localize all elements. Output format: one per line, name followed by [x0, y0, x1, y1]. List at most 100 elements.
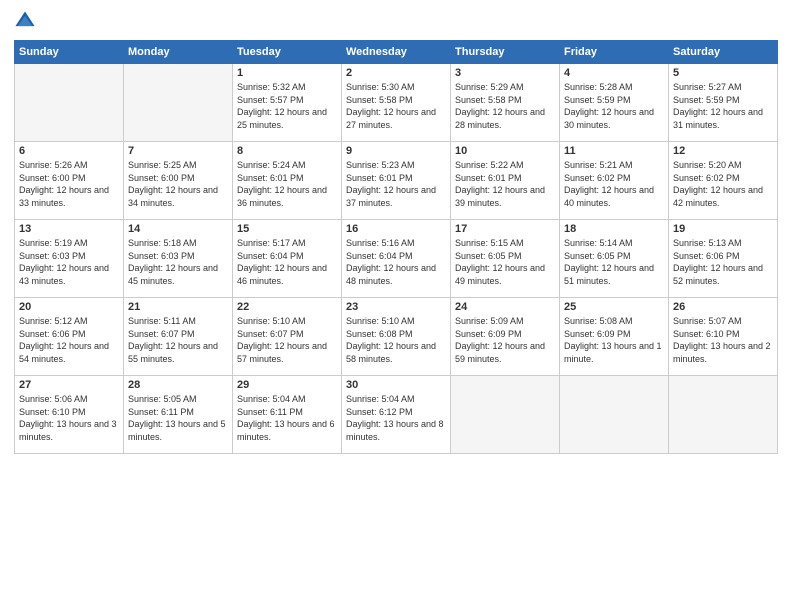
day-cell: 13 Sunrise: 5:19 AMSunset: 6:03 PMDayligh…: [15, 220, 124, 298]
day-cell: 11 Sunrise: 5:21 AMSunset: 6:02 PMDayligh…: [560, 142, 669, 220]
day-cell: 24 Sunrise: 5:09 AMSunset: 6:09 PMDayligh…: [451, 298, 560, 376]
day-info: Sunrise: 5:12 AMSunset: 6:06 PMDaylight:…: [19, 315, 119, 365]
day-cell: 27 Sunrise: 5:06 AMSunset: 6:10 PMDayligh…: [15, 376, 124, 454]
day-number: 15: [237, 223, 337, 235]
day-info: Sunrise: 5:13 AMSunset: 6:06 PMDaylight:…: [673, 237, 773, 287]
day-info: Sunrise: 5:32 AMSunset: 5:57 PMDaylight:…: [237, 81, 337, 131]
day-info: Sunrise: 5:28 AMSunset: 5:59 PMDaylight:…: [564, 81, 664, 131]
day-number: 28: [128, 379, 228, 391]
day-number: 16: [346, 223, 446, 235]
week-row-1: 6 Sunrise: 5:26 AMSunset: 6:00 PMDaylight…: [15, 142, 778, 220]
day-cell: 26 Sunrise: 5:07 AMSunset: 6:10 PMDayligh…: [669, 298, 778, 376]
day-cell: 17 Sunrise: 5:15 AMSunset: 6:05 PMDayligh…: [451, 220, 560, 298]
week-row-2: 13 Sunrise: 5:19 AMSunset: 6:03 PMDayligh…: [15, 220, 778, 298]
day-cell: 15 Sunrise: 5:17 AMSunset: 6:04 PMDayligh…: [233, 220, 342, 298]
day-number: 4: [564, 67, 664, 79]
day-info: Sunrise: 5:20 AMSunset: 6:02 PMDaylight:…: [673, 159, 773, 209]
day-info: Sunrise: 5:17 AMSunset: 6:04 PMDaylight:…: [237, 237, 337, 287]
header-cell-friday: Friday: [560, 41, 669, 64]
day-cell: 1 Sunrise: 5:32 AMSunset: 5:57 PMDaylight…: [233, 64, 342, 142]
day-info: Sunrise: 5:22 AMSunset: 6:01 PMDaylight:…: [455, 159, 555, 209]
day-info: Sunrise: 5:04 AMSunset: 6:11 PMDaylight:…: [237, 393, 337, 443]
day-number: 22: [237, 301, 337, 313]
day-number: 27: [19, 379, 119, 391]
day-info: Sunrise: 5:29 AMSunset: 5:58 PMDaylight:…: [455, 81, 555, 131]
header-cell-saturday: Saturday: [669, 41, 778, 64]
day-info: Sunrise: 5:21 AMSunset: 6:02 PMDaylight:…: [564, 159, 664, 209]
day-cell: 7 Sunrise: 5:25 AMSunset: 6:00 PMDaylight…: [124, 142, 233, 220]
day-info: Sunrise: 5:19 AMSunset: 6:03 PMDaylight:…: [19, 237, 119, 287]
header-cell-thursday: Thursday: [451, 41, 560, 64]
day-cell: 3 Sunrise: 5:29 AMSunset: 5:58 PMDaylight…: [451, 64, 560, 142]
day-info: Sunrise: 5:10 AMSunset: 6:07 PMDaylight:…: [237, 315, 337, 365]
day-number: 6: [19, 145, 119, 157]
day-cell: 4 Sunrise: 5:28 AMSunset: 5:59 PMDaylight…: [560, 64, 669, 142]
day-cell: 23 Sunrise: 5:10 AMSunset: 6:08 PMDayligh…: [342, 298, 451, 376]
day-info: Sunrise: 5:30 AMSunset: 5:58 PMDaylight:…: [346, 81, 446, 131]
calendar-table: SundayMondayTuesdayWednesdayThursdayFrid…: [14, 40, 778, 454]
day-info: Sunrise: 5:26 AMSunset: 6:00 PMDaylight:…: [19, 159, 119, 209]
header-row: SundayMondayTuesdayWednesdayThursdayFrid…: [15, 41, 778, 64]
day-info: Sunrise: 5:10 AMSunset: 6:08 PMDaylight:…: [346, 315, 446, 365]
day-cell: 21 Sunrise: 5:11 AMSunset: 6:07 PMDayligh…: [124, 298, 233, 376]
day-info: Sunrise: 5:11 AMSunset: 6:07 PMDaylight:…: [128, 315, 228, 365]
day-cell: 18Sunrise: 5:14 AMSunset: 6:05 PMDayligh…: [560, 220, 669, 298]
day-cell: 9 Sunrise: 5:23 AMSunset: 6:01 PMDaylight…: [342, 142, 451, 220]
day-number: 13: [19, 223, 119, 235]
day-number: 12: [673, 145, 773, 157]
day-number: 11: [564, 145, 664, 157]
day-info: Sunrise: 5:25 AMSunset: 6:00 PMDaylight:…: [128, 159, 228, 209]
day-number: 23: [346, 301, 446, 313]
day-cell: 30 Sunrise: 5:04 AMSunset: 6:12 PMDayligh…: [342, 376, 451, 454]
day-info: Sunrise: 5:07 AMSunset: 6:10 PMDaylight:…: [673, 315, 773, 365]
day-number: 24: [455, 301, 555, 313]
day-number: 21: [128, 301, 228, 313]
week-row-4: 27 Sunrise: 5:06 AMSunset: 6:10 PMDayligh…: [15, 376, 778, 454]
logo: [14, 10, 40, 32]
day-cell: 20 Sunrise: 5:12 AMSunset: 6:06 PMDayligh…: [15, 298, 124, 376]
day-number: 26: [673, 301, 773, 313]
day-number: 9: [346, 145, 446, 157]
logo-icon: [14, 10, 36, 32]
day-info: Sunrise: 5:04 AMSunset: 6:12 PMDaylight:…: [346, 393, 446, 443]
page-container: SundayMondayTuesdayWednesdayThursdayFrid…: [0, 0, 792, 612]
day-info: Sunrise: 5:09 AMSunset: 6:09 PMDaylight:…: [455, 315, 555, 365]
day-cell: 22 Sunrise: 5:10 AMSunset: 6:07 PMDayligh…: [233, 298, 342, 376]
day-number: 25: [564, 301, 664, 313]
day-number: 2: [346, 67, 446, 79]
day-number: 17: [455, 223, 555, 235]
day-cell: 19 Sunrise: 5:13 AMSunset: 6:06 PMDayligh…: [669, 220, 778, 298]
day-cell: [669, 376, 778, 454]
day-cell: 25 Sunrise: 5:08 AMSunset: 6:09 PMDayligh…: [560, 298, 669, 376]
day-number: 5: [673, 67, 773, 79]
day-info: Sunrise: 5:14 AMSunset: 6:05 PMDaylight:…: [564, 237, 664, 287]
day-cell: 29 Sunrise: 5:04 AMSunset: 6:11 PMDayligh…: [233, 376, 342, 454]
day-cell: 6 Sunrise: 5:26 AMSunset: 6:00 PMDaylight…: [15, 142, 124, 220]
day-number: 3: [455, 67, 555, 79]
day-cell: 2 Sunrise: 5:30 AMSunset: 5:58 PMDaylight…: [342, 64, 451, 142]
day-number: 10: [455, 145, 555, 157]
day-cell: 14 Sunrise: 5:18 AMSunset: 6:03 PMDayligh…: [124, 220, 233, 298]
day-cell: 5Sunrise: 5:27 AMSunset: 5:59 PMDaylight…: [669, 64, 778, 142]
day-info: Sunrise: 5:23 AMSunset: 6:01 PMDaylight:…: [346, 159, 446, 209]
day-cell: 12 Sunrise: 5:20 AMSunset: 6:02 PMDayligh…: [669, 142, 778, 220]
day-number: 19: [673, 223, 773, 235]
day-cell: 28Sunrise: 5:05 AMSunset: 6:11 PMDayligh…: [124, 376, 233, 454]
header-cell-tuesday: Tuesday: [233, 41, 342, 64]
day-info: Sunrise: 5:06 AMSunset: 6:10 PMDaylight:…: [19, 393, 119, 443]
day-number: 1: [237, 67, 337, 79]
day-info: Sunrise: 5:16 AMSunset: 6:04 PMDaylight:…: [346, 237, 446, 287]
day-number: 30: [346, 379, 446, 391]
day-number: 29: [237, 379, 337, 391]
day-number: 14: [128, 223, 228, 235]
day-number: 20: [19, 301, 119, 313]
day-info: Sunrise: 5:15 AMSunset: 6:05 PMDaylight:…: [455, 237, 555, 287]
day-number: 7: [128, 145, 228, 157]
header-cell-sunday: Sunday: [15, 41, 124, 64]
day-cell: 16 Sunrise: 5:16 AMSunset: 6:04 PMDayligh…: [342, 220, 451, 298]
day-info: Sunrise: 5:08 AMSunset: 6:09 PMDaylight:…: [564, 315, 664, 365]
week-row-0: 1 Sunrise: 5:32 AMSunset: 5:57 PMDaylight…: [15, 64, 778, 142]
day-info: Sunrise: 5:18 AMSunset: 6:03 PMDaylight:…: [128, 237, 228, 287]
day-info: Sunrise: 5:24 AMSunset: 6:01 PMDaylight:…: [237, 159, 337, 209]
header-cell-wednesday: Wednesday: [342, 41, 451, 64]
